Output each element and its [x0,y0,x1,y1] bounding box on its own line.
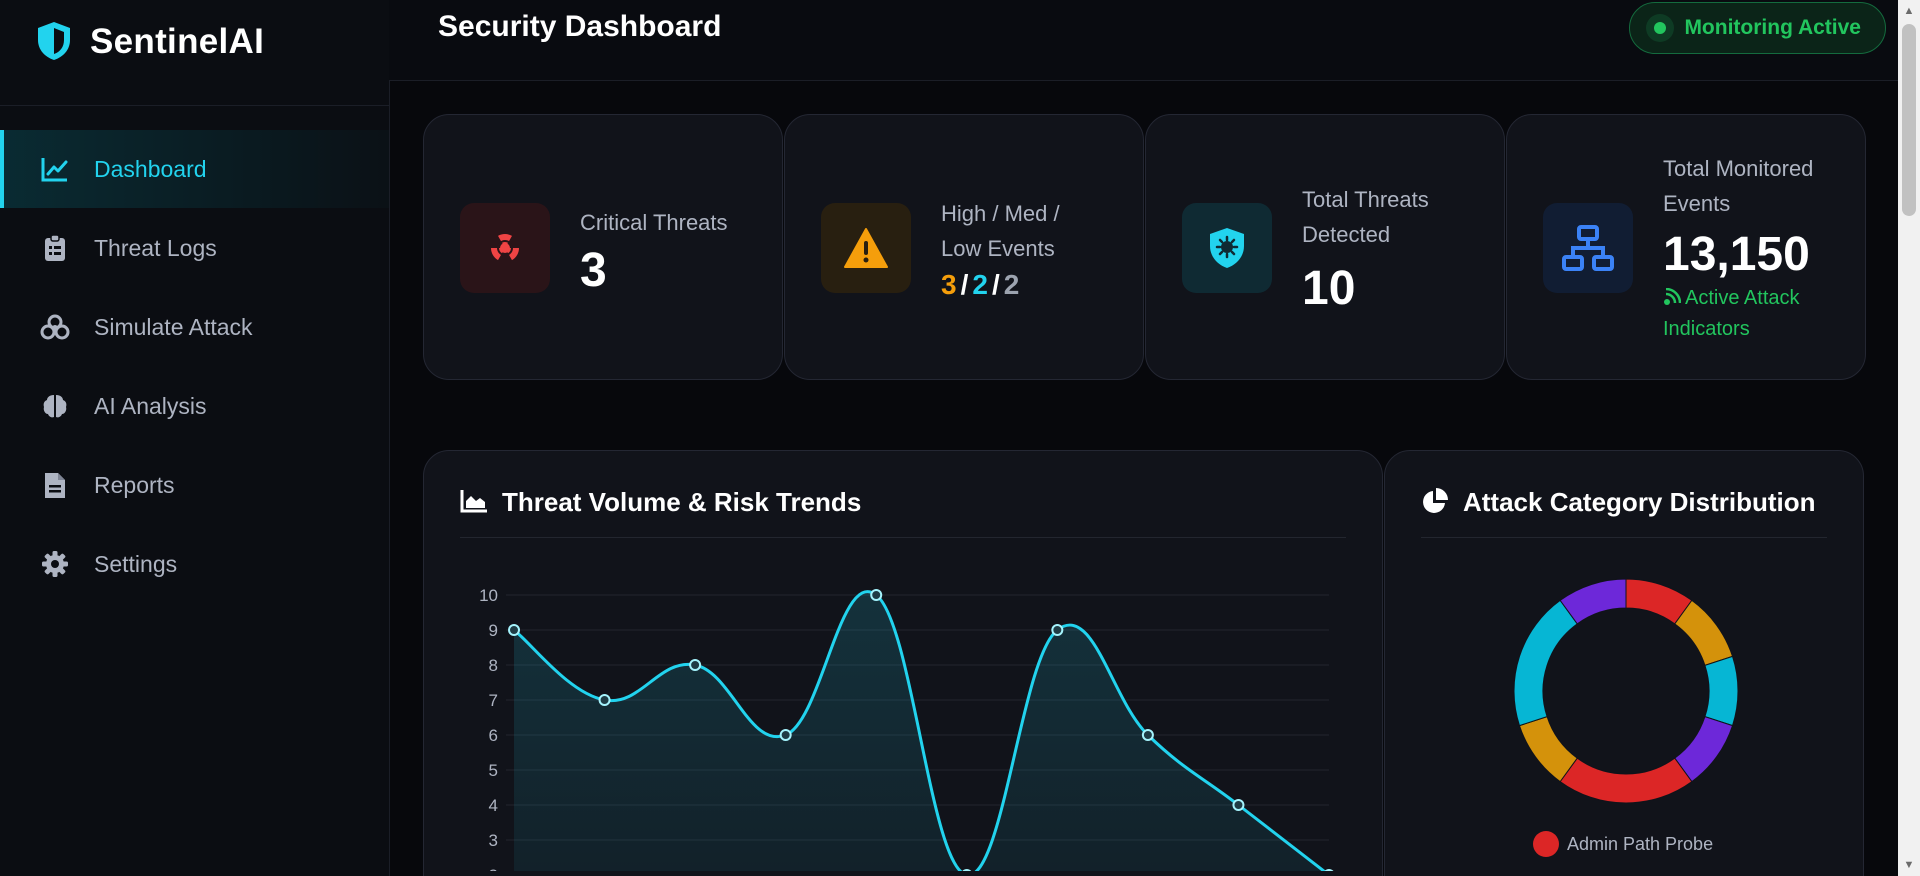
warning-icon [821,203,911,293]
status-dot-icon [1646,14,1675,42]
y-tick-label: 4 [489,796,498,815]
legend-label: Admin Path Probe [1567,833,1714,854]
trend-point[interactable] [1232,799,1245,811]
y-tick-label: 2 [489,866,498,871]
attack-distribution-donut [1513,578,1739,804]
donut-slice[interactable] [1559,757,1693,804]
card-label: High / Med / Low Events [941,196,1060,266]
app: SentinelAI Dashboard Threat Logs Simulat… [0,0,1920,876]
card-label-line-2: Events [1663,191,1731,216]
file-alt-icon [40,470,70,500]
y-tick-label: 10 [479,586,498,605]
high-count: 3 [941,269,957,300]
trend-point[interactable] [508,624,520,636]
trend-point[interactable] [689,659,702,671]
threat-trend-chart: 2 3 4 5 6 7 8 9 10 [479,586,1334,871]
trend-point[interactable] [598,694,611,706]
y-tick-label: 5 [489,761,498,780]
shield-virus-icon [1182,203,1272,293]
card-value: 13,150 [1663,228,1810,281]
page-header: Security Dashboard Monitoring Active [389,0,1898,81]
trend-point[interactable] [1141,729,1154,741]
legend-item[interactable]: Admin Path Probe [1533,831,1713,857]
total-threats-card: Total Threats Detected 10 [1145,114,1505,380]
scroll-thumb[interactable] [1902,24,1916,216]
donut-slice[interactable] [1704,655,1739,727]
y-tick-label: 9 [489,621,498,640]
y-tick-label: 6 [489,726,498,745]
sidebar-item-label: Simulate Attack [94,313,253,340]
sidebar-item-reports[interactable]: Reports [0,446,389,524]
active-indicators: Active Attack Indicators [1663,283,1843,345]
scroll-down-arrow-icon[interactable]: ▼ [1898,854,1920,876]
sidebar-item-label: Settings [94,550,178,577]
medium-count: 2 [972,269,988,300]
trend-point[interactable] [870,589,883,601]
y-tick-label: 3 [489,831,498,850]
monitoring-status-badge: Monitoring Active [1629,2,1886,54]
card-label-line-1: Total Threats [1302,187,1429,212]
card-label: Critical Threats [580,210,728,235]
card-label-line-1: Total Monitored [1663,156,1814,181]
sidebar-nav: Dashboard Threat Logs Simulate Attack AI… [0,130,389,603]
sidebar-item-label: Reports [94,471,175,498]
trend-point[interactable] [1324,869,1334,871]
network-icon [1543,203,1633,293]
brand: SentinelAI [0,0,389,106]
sidebar-item-label: AI Analysis [94,392,207,419]
card-label: Total Threats Detected [1302,182,1429,252]
satellite-dish-icon [1664,287,1682,305]
y-tick-label: 8 [489,656,498,675]
card-label: Total Monitored Events [1663,151,1813,221]
sidebar-item-label: Dashboard [94,155,207,182]
separator: / [960,269,969,300]
sidebar-item-dashboard[interactable]: Dashboard [0,130,389,208]
radiation-icon [460,203,550,293]
card-label-line-2: Low Events [941,236,1055,261]
card-label-line-2: Detected [1302,222,1391,247]
sidebar-item-label: Threat Logs [94,234,217,261]
sidebar-item-settings[interactable]: Settings [0,525,389,603]
donut-slice[interactable] [1513,599,1578,727]
clipboard-list-icon [40,233,70,263]
trend-point[interactable] [962,869,972,871]
monitored-events-card: Total Monitored Events 13,150 Active Att… [1506,114,1866,380]
scroll-up-arrow-icon[interactable]: ▲ [1898,0,1920,22]
event-severity-card: High / Med / Low Events 3/2/2 [784,114,1144,380]
card-value: 10 [1302,262,1356,315]
brain-icon [40,391,70,421]
sidebar-item-ai-analysis[interactable]: AI Analysis [0,367,389,445]
app-name: SentinelAI [90,22,265,61]
page-scrollbar[interactable]: ▲ ▼ [1898,0,1920,876]
card-value: 3 [580,244,607,297]
attack-distribution-panel: Attack Category Distribution Admin Path … [1384,450,1864,876]
card-label-line-1: High / Med / [941,201,1060,226]
gear-icon [40,549,70,579]
trend-area-fill [514,591,1324,871]
biohazard-icon [40,312,70,342]
status-text: Monitoring Active [1684,16,1861,39]
y-tick-label: 7 [489,691,498,710]
shield-logo-icon [34,20,74,62]
severity-breakdown: 3/2/2 [941,269,1019,301]
trend-point[interactable] [1051,624,1064,636]
legend-swatch [1533,831,1559,857]
low-count: 2 [1003,269,1020,300]
sidebar-item-simulate-attack[interactable]: Simulate Attack [0,288,389,366]
sidebar: SentinelAI Dashboard Threat Logs Simulat… [0,0,390,876]
chart-line-icon [40,154,70,184]
threat-trend-panel: Threat Volume & Risk Trends 2345678910 [423,450,1383,876]
active-indicators-text: Active Attack Indicators [1663,287,1800,340]
sidebar-item-threat-logs[interactable]: Threat Logs [0,209,389,287]
trend-point[interactable] [779,729,792,741]
separator: / [991,269,1000,300]
critical-threats-card: Critical Threats 3 [423,114,783,380]
page-title: Security Dashboard [438,10,722,43]
